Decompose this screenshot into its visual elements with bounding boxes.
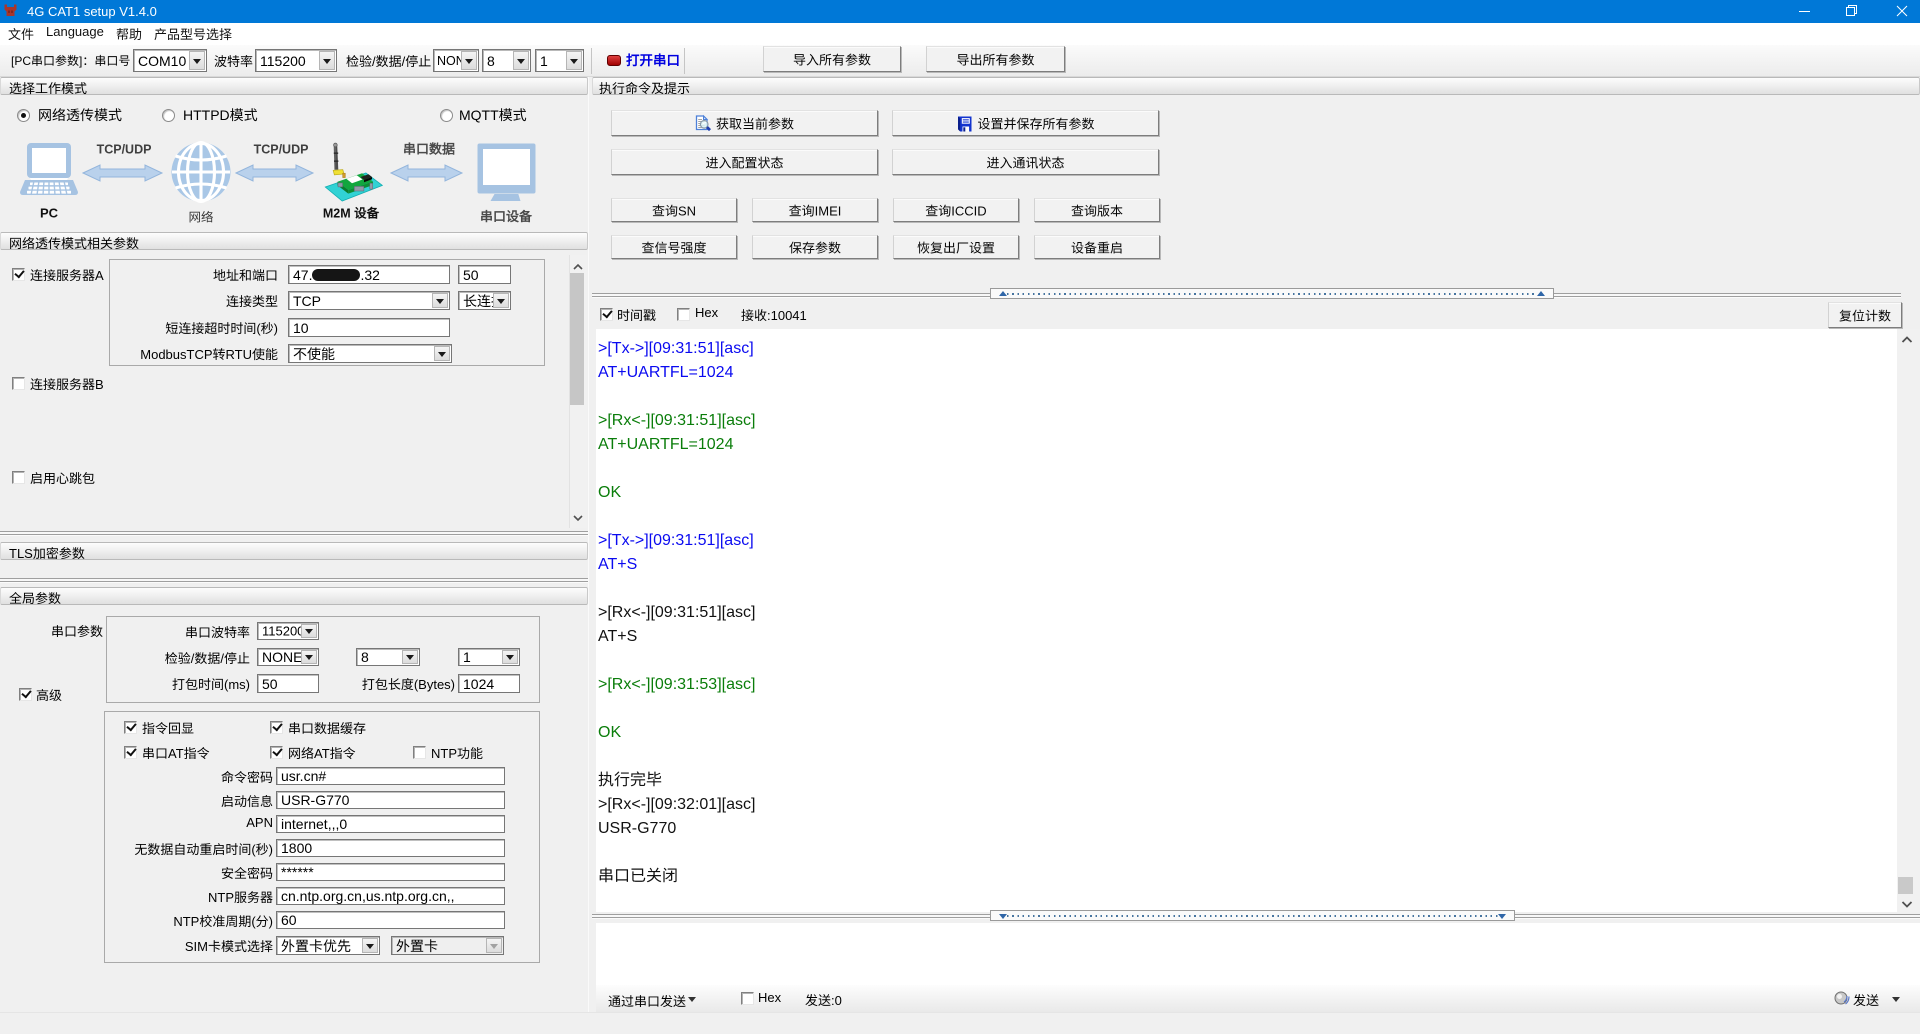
svg-text:PC: PC — [40, 206, 59, 221]
svg-text:串口数据: 串口数据 — [403, 142, 455, 157]
svg-text:网络: 网络 — [188, 211, 214, 225]
svg-text:M2M 设备: M2M 设备 — [323, 207, 380, 221]
svg-text:TCP/UDP: TCP/UDP — [254, 143, 309, 157]
svg-text:串口设备: 串口设备 — [480, 209, 533, 224]
svg-text:TCP/UDP: TCP/UDP — [97, 143, 152, 157]
